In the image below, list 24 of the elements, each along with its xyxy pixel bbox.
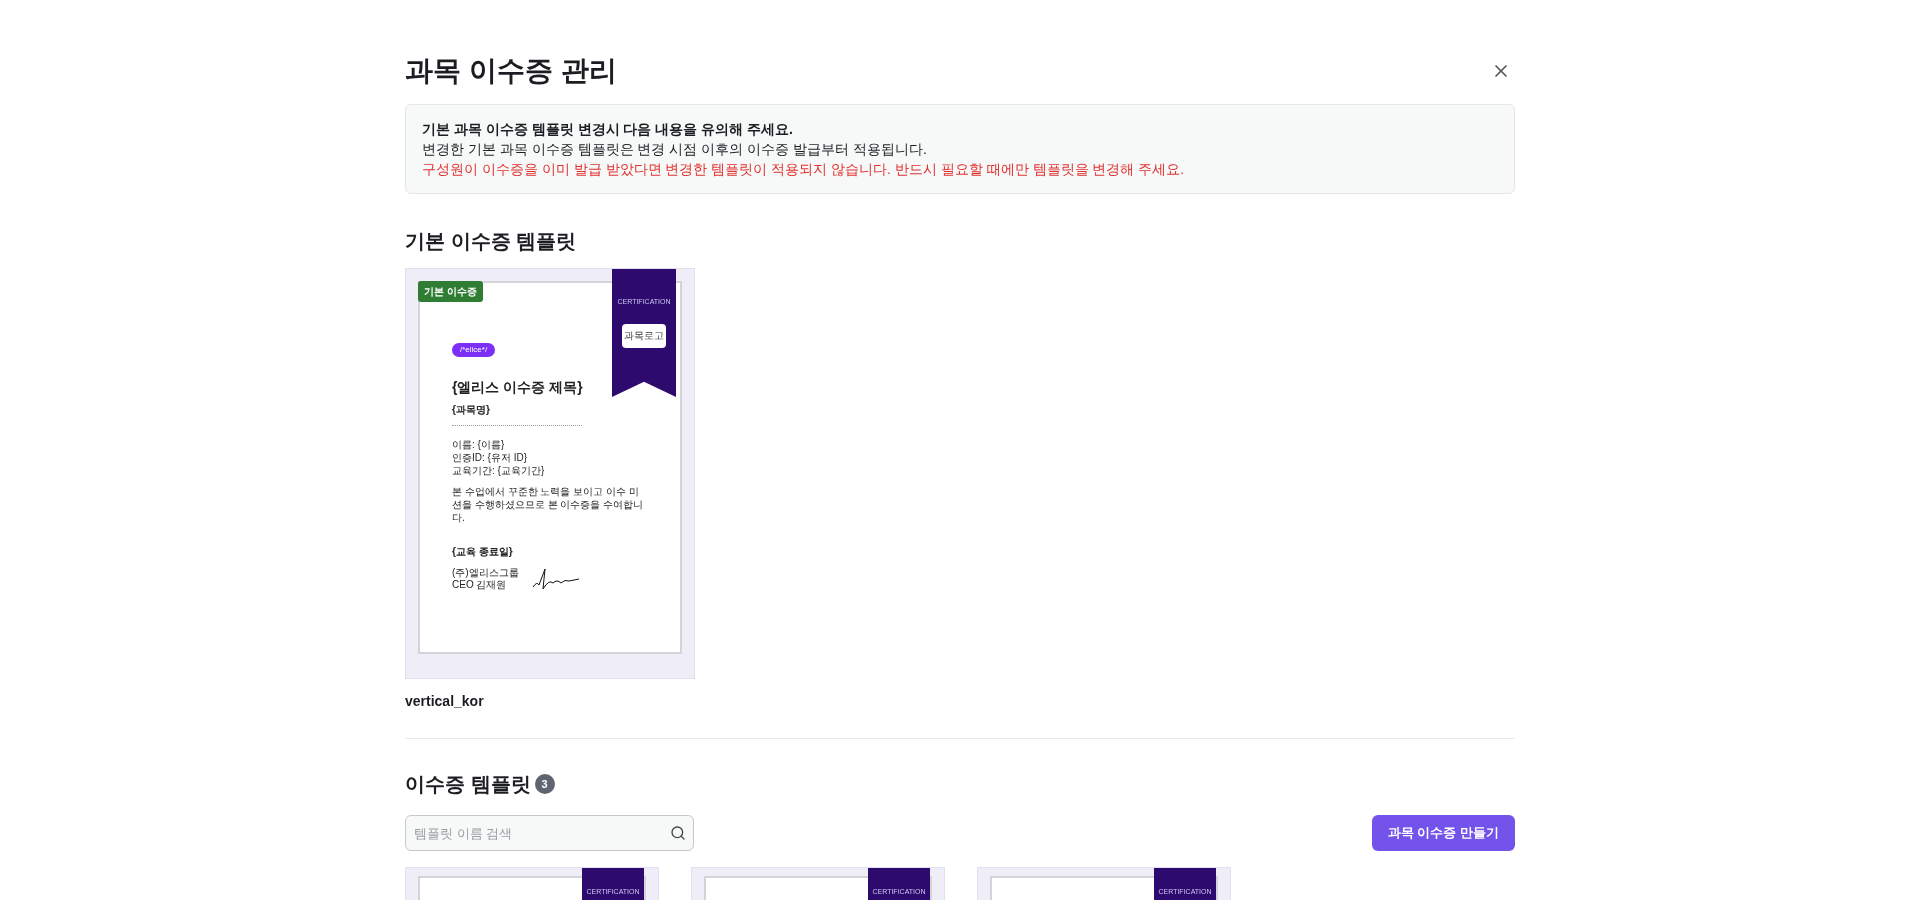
certificate-message: 본 수업에서 꾸준한 노력을 보이고 이수 미션을 수행하셨으므로 본 이수증을 수여합니다. bbox=[452, 485, 645, 524]
course-name: {과목명} bbox=[452, 403, 491, 417]
section-heading: 기본 이수증 템플릿 bbox=[405, 229, 578, 254]
certificate-field: 교육기간: {교육기간} bbox=[452, 464, 648, 477]
brand-logo: /*elice*/ bbox=[452, 343, 496, 357]
search-field[interactable]: 템플릿 이름 검색 bbox=[405, 815, 694, 851]
notice-warning: 구성원이 이수증을 이미 발급 받았다면 변경한 템플릿이 적용되지 않습니다. 반드시 필요할 때에만 템플릿을 변경해 주세요. bbox=[422, 160, 1186, 179]
certificate-field: 이름: {이름} bbox=[452, 438, 648, 451]
signature-drawing bbox=[530, 567, 581, 591]
notice-text: 변경한 기본 과목 이수증 템플릿은 변경 시점 이후의 이수증 발급부터 적용됩니다. bbox=[422, 140, 928, 159]
section-heading: 이수증 템플릿 bbox=[405, 772, 531, 797]
page-title: 과목 이수증 관리 bbox=[405, 54, 617, 88]
search-icon bbox=[670, 825, 686, 841]
create-certificate-button[interactable]: 과목 이수증 만들기 bbox=[1371, 815, 1515, 851]
completion-date: {교육 종료일} bbox=[452, 545, 514, 559]
count-badge: 3 bbox=[534, 774, 555, 794]
issuer-name: (주)엘리스그룹 bbox=[452, 567, 519, 579]
notice-heading: 기본 과목 이수증 템플릿 변경시 다음 내용을 유의해 주세요. bbox=[422, 120, 794, 139]
template-badge: 기본 이수증 bbox=[418, 281, 483, 302]
template-name: vertical_kor bbox=[405, 692, 485, 711]
certificate-title: {엘리스 이수증 제목} bbox=[452, 378, 584, 397]
ribbon-logo: 과목로고 bbox=[622, 323, 666, 348]
certificate-field: 인증ID: {유저 ID} bbox=[452, 451, 648, 464]
ceo-name: CEO 김재원 bbox=[452, 579, 508, 591]
